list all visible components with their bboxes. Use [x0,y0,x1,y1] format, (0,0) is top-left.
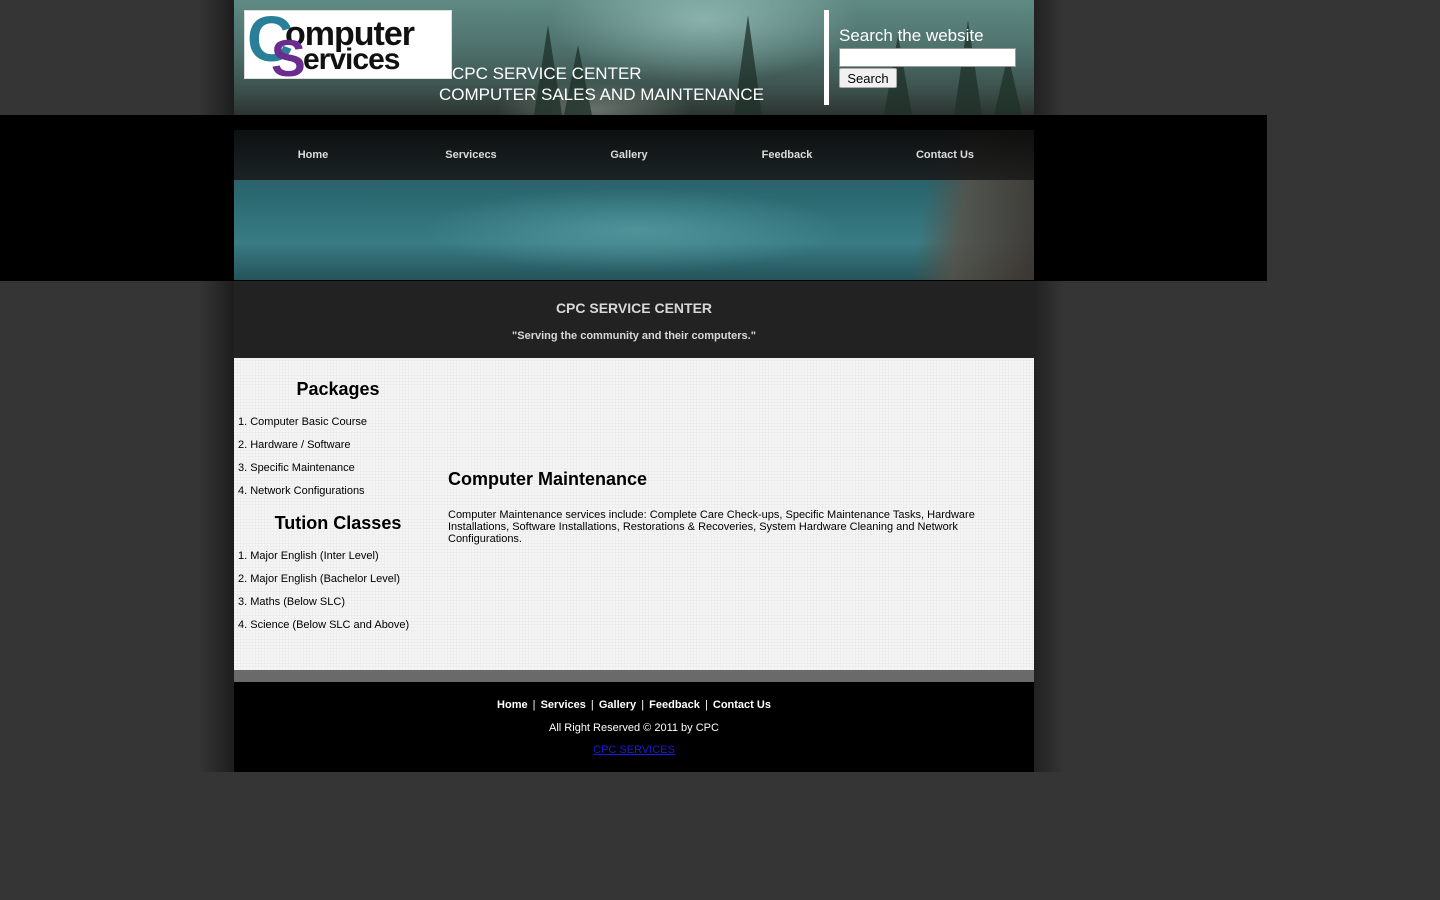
header: C omputer S ervices CPC SERVICE CENTER C… [234,0,1034,115]
nav-item-services[interactable]: Servicecs [392,130,550,180]
site-subtitle: COMPUTER SALES AND MAINTENANCE [439,85,764,104]
footer-link-services[interactable]: Services [541,699,586,711]
footer-link-contact-us[interactable]: Contact Us [713,699,771,711]
footer: Home | Services | Gallery | Feedback | C… [234,682,1034,772]
nav-item-gallery[interactable]: Gallery [550,130,708,180]
footer-separator: | [532,699,536,711]
article-heading: Computer Maintenance [448,469,648,489]
footer-link-home[interactable]: Home [497,699,528,711]
intro-tagline: "Serving the community and their compute… [512,330,756,342]
tuition-item: 2. Major English (Bachelor Level) [238,573,401,585]
logo-word-services: ervices [303,43,400,76]
logo-letter-s: S [271,30,306,79]
nav-item-contact-us[interactable]: Contact Us [866,130,1024,180]
footer-link-gallery[interactable]: Gallery [599,699,636,711]
footer-link-feedback[interactable]: Feedback [649,699,700,711]
tuition-heading: Tution Classes [274,513,402,533]
tuition-item: 4. Science (Below SLC and Above) [238,619,410,631]
search-divider [824,10,829,105]
credit-link[interactable]: CPC SERVICES [593,744,675,756]
package-item: 4. Network Configurations [238,485,365,497]
tuition-item: 3. Maths (Below SLC) [238,596,345,608]
search-button[interactable]: Search [839,68,897,88]
copyright: All Right Reserved © 2011 by CPC [549,722,719,734]
footer-separator: | [590,699,594,711]
footer-separator: | [704,699,708,711]
main-nav: Home Servicecs Gallery Feedback Contact … [234,130,1034,180]
footer-separator: | [641,699,645,711]
package-item: 2. Hardware / Software [238,439,351,451]
footer-divider [234,670,1034,682]
package-item: 1. Computer Basic Course [238,416,367,428]
search-heading: Search the website [839,26,984,45]
package-item: 3. Specific Maintenance [238,462,355,474]
intro-strip: CPC SERVICE CENTER "Serving the communit… [234,281,1034,358]
tuition-item: 1. Major English (Inter Level) [238,550,379,562]
nav-item-feedback[interactable]: Feedback [708,130,866,180]
main-content: Packages 1. Computer Basic Course 2. Har… [234,358,1034,670]
site-title: CPC SERVICE CENTER [452,64,642,83]
packages-heading: Packages [296,379,380,399]
footer-links: Home | Services | Gallery | Feedback | C… [234,699,1034,711]
footer-credit: CPC SERVICES [234,744,1034,756]
nav-item-home[interactable]: Home [234,130,392,180]
intro-title: CPC SERVICE CENTER [555,300,713,316]
article-text: Computer Maintenance services include: C… [448,509,975,545]
search-input[interactable] [839,48,1016,67]
site-logo[interactable]: C omputer S ervices [244,10,452,79]
